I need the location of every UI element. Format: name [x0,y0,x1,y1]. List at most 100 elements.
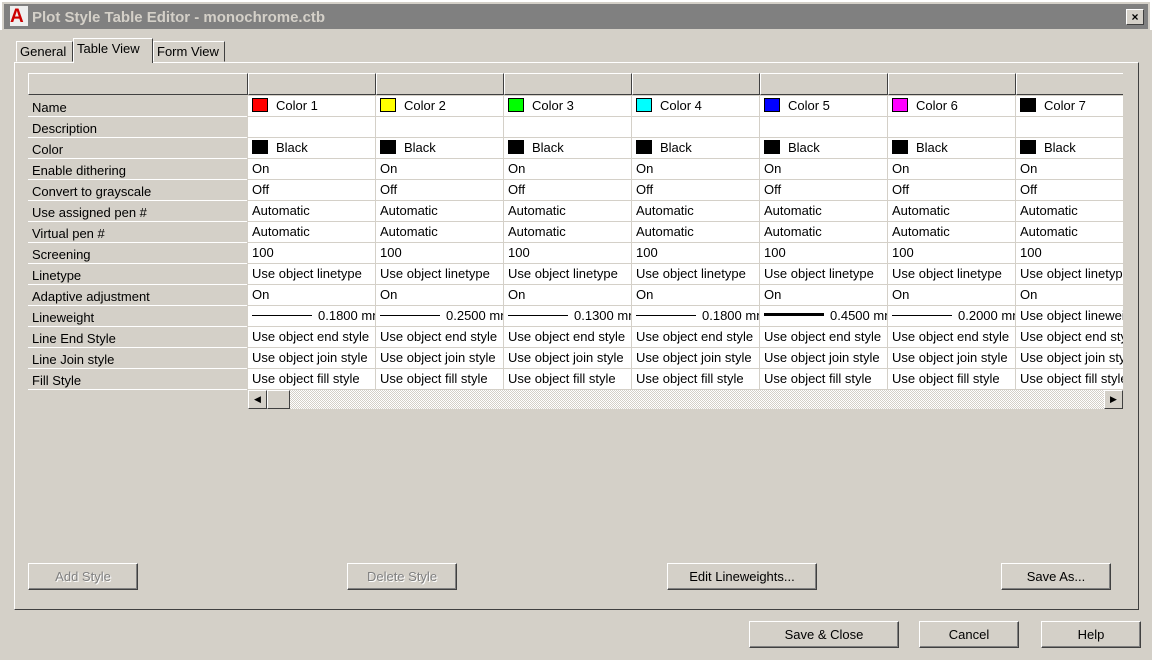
table-cell[interactable]: Black [248,138,376,159]
table-cell[interactable]: Off [504,180,632,201]
table-cell[interactable]: Use object end style [632,327,760,348]
table-cell[interactable]: Off [1016,180,1123,201]
add-style-button[interactable]: Add Style [28,563,138,590]
save-and-close-button[interactable]: Save & Close [749,621,899,648]
table-cell[interactable]: Use object linetype [632,264,760,285]
table-cell[interactable]: Use object join style [376,348,504,369]
table-cell[interactable]: Use object fill style [248,369,376,390]
table-cell[interactable]: Automatic [248,222,376,243]
column-header[interactable] [376,73,504,95]
column-header[interactable] [760,73,888,95]
table-cell[interactable]: On [504,159,632,180]
table-cell[interactable]: Automatic [504,201,632,222]
table-cell[interactable]: Use object fill style [376,369,504,390]
table-cell[interactable]: Color 5 [760,96,888,117]
table-cell[interactable]: 0.4500 mn [760,306,888,327]
table-cell[interactable]: Automatic [632,201,760,222]
table-cell[interactable] [888,117,1016,138]
tab-table-view[interactable]: Table View [73,38,153,63]
edit-lineweights-button[interactable]: Edit Lineweights... [667,563,817,590]
table-cell[interactable]: On [888,159,1016,180]
table-cell[interactable]: Use object linetype [760,264,888,285]
table-cell[interactable]: 0.1800 mn [632,306,760,327]
scroll-left-button[interactable]: ◀ [248,390,267,409]
save-as-button[interactable]: Save As... [1001,563,1111,590]
column-header[interactable] [248,73,376,95]
tab-general[interactable]: General [16,41,73,62]
table-cell[interactable]: On [1016,285,1123,306]
table-cell[interactable]: Use object end style [888,327,1016,348]
table-cell[interactable]: Automatic [760,201,888,222]
table-cell[interactable]: Color 3 [504,96,632,117]
table-cell[interactable]: Use object end style [248,327,376,348]
table-cell[interactable]: Use object end style [504,327,632,348]
table-cell[interactable]: Color 2 [376,96,504,117]
table-cell[interactable]: Automatic [376,222,504,243]
table-cell[interactable]: On [1016,159,1123,180]
table-cell[interactable]: Off [632,180,760,201]
help-button[interactable]: Help [1041,621,1141,648]
table-cell[interactable] [248,117,376,138]
table-cell[interactable]: Automatic [632,222,760,243]
table-cell[interactable]: Use object fill style [760,369,888,390]
table-cell[interactable]: Use object end style [1016,327,1123,348]
table-cell[interactable]: Use object join style [248,348,376,369]
table-cell[interactable]: Use object fill style [1016,369,1123,390]
table-cell[interactable]: Automatic [888,201,1016,222]
table-cell[interactable]: On [248,159,376,180]
table-cell[interactable] [632,117,760,138]
table-cell[interactable]: Use object linetype [248,264,376,285]
table-cell[interactable]: Automatic [1016,201,1123,222]
table-cell[interactable]: Black [376,138,504,159]
table-cell[interactable]: Use object fill style [632,369,760,390]
table-cell[interactable]: On [760,285,888,306]
table-cell[interactable]: Black [1016,138,1123,159]
table-cell[interactable]: Use object end style [760,327,888,348]
table-cell[interactable]: Black [504,138,632,159]
table-cell[interactable] [760,117,888,138]
table-cell[interactable]: On [632,285,760,306]
table-cell[interactable]: Color 4 [632,96,760,117]
table-cell[interactable]: On [632,159,760,180]
table-cell[interactable]: Use object join style [1016,348,1123,369]
table-cell[interactable]: On [760,159,888,180]
table-cell[interactable]: Black [760,138,888,159]
scroll-thumb[interactable] [267,390,290,409]
delete-style-button[interactable]: Delete Style [347,563,457,590]
table-cell[interactable]: Use object join style [760,348,888,369]
table-cell[interactable]: Off [376,180,504,201]
table-cell[interactable]: Use object fill style [504,369,632,390]
table-cell[interactable]: Off [888,180,1016,201]
table-cell[interactable]: Use object join style [504,348,632,369]
table-cell[interactable]: Automatic [504,222,632,243]
table-cell[interactable]: Use object linetype [1016,264,1123,285]
table-cell[interactable]: Automatic [248,201,376,222]
table-cell[interactable]: Black [632,138,760,159]
table-cell[interactable]: Automatic [888,222,1016,243]
table-cell[interactable]: Off [760,180,888,201]
table-cell[interactable]: 100 [1016,243,1123,264]
table-cell[interactable]: 0.2500 mn [376,306,504,327]
table-cell[interactable]: Use object linetype [888,264,1016,285]
table-cell[interactable]: Color 7 [1016,96,1123,117]
table-cell[interactable]: Color 1 [248,96,376,117]
table-cell[interactable]: Use object join style [888,348,1016,369]
table-cell[interactable]: Use object lineweight [1016,306,1123,327]
table-cell[interactable]: 100 [504,243,632,264]
table-cell[interactable]: 0.1800 mn [248,306,376,327]
table-cell[interactable]: On [248,285,376,306]
scroll-right-button[interactable]: ▶ [1104,390,1123,409]
column-header[interactable] [504,73,632,95]
table-cell[interactable]: Color 6 [888,96,1016,117]
table-cell[interactable]: 100 [376,243,504,264]
table-cell[interactable]: On [888,285,1016,306]
table-cell[interactable]: Off [248,180,376,201]
table-cell[interactable]: Use object linetype [376,264,504,285]
table-cell[interactable]: Automatic [376,201,504,222]
tab-form-view[interactable]: Form View [153,41,225,62]
horizontal-scrollbar[interactable]: ◀ ▶ [248,390,1123,409]
table-cell[interactable]: 100 [888,243,1016,264]
table-cell[interactable]: 100 [632,243,760,264]
table-cell[interactable]: 100 [760,243,888,264]
table-cell[interactable] [504,117,632,138]
